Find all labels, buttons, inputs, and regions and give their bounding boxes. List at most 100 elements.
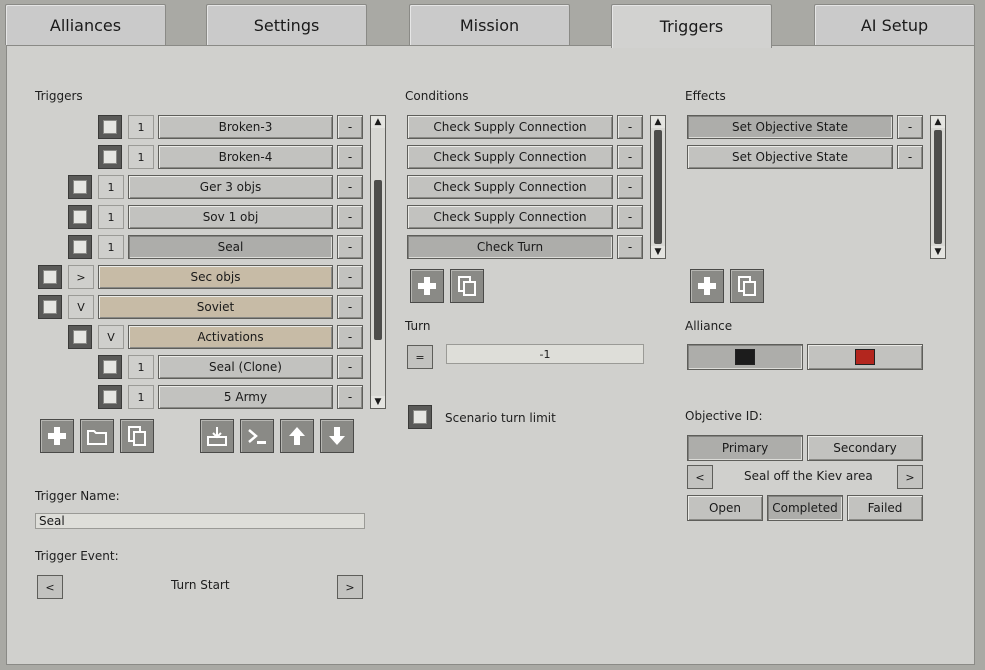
move-down-icon[interactable] [320, 419, 354, 453]
trigger-badge: 1 [98, 175, 124, 199]
effects-scrollbar[interactable]: ▲ ▼ [930, 115, 946, 259]
trigger-button[interactable]: Seal (Clone) [158, 355, 333, 379]
trigger-group-button[interactable]: Soviet [98, 295, 333, 319]
scroll-thumb[interactable] [934, 130, 942, 244]
trigger-badge: 1 [128, 115, 154, 139]
conditions-label: Conditions [405, 89, 469, 103]
event-prev-button[interactable]: < [37, 575, 63, 599]
objective-id-label: Objective ID: [685, 409, 763, 423]
remove-trigger-button[interactable]: - [337, 325, 363, 349]
scroll-up-arrow-icon[interactable]: ▲ [651, 116, 665, 128]
trigger-checkbox[interactable] [98, 145, 122, 169]
trigger-button[interactable]: Sov 1 obj [128, 205, 333, 229]
alliance-2-button[interactable] [807, 344, 923, 370]
remove-condition-button[interactable]: - [617, 235, 643, 259]
tab-settings[interactable]: Settings [206, 4, 367, 45]
tab-alliances[interactable]: Alliances [5, 4, 166, 45]
remove-trigger-button[interactable]: - [337, 295, 363, 319]
folder-icon[interactable] [80, 419, 114, 453]
tab-ai-setup[interactable]: AI Setup [814, 4, 975, 45]
condition-button[interactable]: Check Supply Connection [407, 145, 613, 169]
scroll-down-arrow-icon[interactable]: ▼ [931, 246, 945, 258]
effect-button[interactable]: Set Objective State [687, 145, 893, 169]
trigger-checkbox[interactable] [68, 175, 92, 199]
turn-value-field[interactable]: -1 [446, 344, 644, 364]
effects-label: Effects [685, 89, 726, 103]
alliance-color-swatch [855, 349, 875, 365]
effect-button-selected[interactable]: Set Objective State [687, 115, 893, 139]
trigger-name-field[interactable]: Seal [35, 513, 365, 529]
trigger-group-button[interactable]: Sec objs [98, 265, 333, 289]
state-failed-button[interactable]: Failed [847, 495, 923, 521]
scroll-thumb[interactable] [374, 180, 382, 340]
trigger-checkbox[interactable] [68, 205, 92, 229]
trigger-checkbox[interactable] [98, 385, 122, 409]
trigger-checkbox[interactable] [98, 115, 122, 139]
trigger-checkbox[interactable] [68, 235, 92, 259]
add-condition-icon[interactable] [410, 269, 444, 303]
remove-trigger-button[interactable]: - [337, 355, 363, 379]
alliance-1-button[interactable] [687, 344, 803, 370]
remove-trigger-button[interactable]: - [337, 175, 363, 199]
turn-label: Turn [405, 319, 431, 333]
remove-effect-button[interactable]: - [897, 115, 923, 139]
tab-triggers[interactable]: Triggers [611, 4, 772, 48]
objective-prev-button[interactable]: < [687, 465, 713, 489]
remove-effect-button[interactable]: - [897, 145, 923, 169]
trigger-checkbox[interactable] [98, 355, 122, 379]
remove-trigger-button[interactable]: - [337, 145, 363, 169]
trigger-button[interactable]: Broken-4 [158, 145, 333, 169]
add-effect-icon[interactable] [690, 269, 724, 303]
tab-mission[interactable]: Mission [409, 4, 570, 45]
copy-condition-icon[interactable] [450, 269, 484, 303]
condition-button[interactable]: Check Supply Connection [407, 115, 613, 139]
remove-condition-button[interactable]: - [617, 205, 643, 229]
remove-trigger-button[interactable]: - [337, 115, 363, 139]
import-icon[interactable] [200, 419, 234, 453]
scroll-down-arrow-icon[interactable]: ▼ [371, 396, 385, 408]
conditions-scrollbar[interactable]: ▲ ▼ [650, 115, 666, 259]
copy-icon[interactable] [120, 419, 154, 453]
remove-trigger-button[interactable]: - [337, 235, 363, 259]
remove-condition-button[interactable]: - [617, 115, 643, 139]
trigger-checkbox[interactable] [38, 265, 62, 289]
move-up-icon[interactable] [280, 419, 314, 453]
state-open-button[interactable]: Open [687, 495, 763, 521]
trigger-button-selected[interactable]: Seal [128, 235, 333, 259]
remove-trigger-button[interactable]: - [337, 265, 363, 289]
group-expand-toggle[interactable]: > [68, 265, 94, 289]
trigger-event-label: Trigger Event: [35, 549, 119, 563]
condition-button-selected[interactable]: Check Turn [407, 235, 613, 259]
alliance-color-swatch [735, 349, 755, 365]
scroll-up-arrow-icon[interactable]: ▲ [931, 116, 945, 128]
trigger-name-label: Trigger Name: [35, 489, 120, 503]
remove-trigger-button[interactable]: - [337, 385, 363, 409]
trigger-button[interactable]: Broken-3 [158, 115, 333, 139]
scroll-thumb[interactable] [654, 130, 662, 244]
event-next-button[interactable]: > [337, 575, 363, 599]
trigger-checkbox[interactable] [38, 295, 62, 319]
scroll-up-arrow-icon[interactable]: ▲ [371, 116, 385, 128]
add-icon[interactable] [40, 419, 74, 453]
turn-operator-button[interactable]: = [407, 345, 433, 369]
condition-button[interactable]: Check Supply Connection [407, 175, 613, 199]
trigger-button[interactable]: Ger 3 objs [128, 175, 333, 199]
remove-condition-button[interactable]: - [617, 175, 643, 199]
copy-effect-icon[interactable] [730, 269, 764, 303]
group-expand-toggle[interactable]: V [68, 295, 94, 319]
triggers-scrollbar[interactable]: ▲ ▼ [370, 115, 386, 409]
trigger-checkbox[interactable] [68, 325, 92, 349]
remove-trigger-button[interactable]: - [337, 205, 363, 229]
group-expand-toggle[interactable]: V [98, 325, 124, 349]
trigger-button[interactable]: 5 Army [158, 385, 333, 409]
state-completed-button[interactable]: Completed [767, 495, 843, 521]
scenario-turn-limit-checkbox[interactable] [408, 405, 432, 429]
scroll-down-arrow-icon[interactable]: ▼ [651, 246, 665, 258]
condition-button[interactable]: Check Supply Connection [407, 205, 613, 229]
objective-next-button[interactable]: > [897, 465, 923, 489]
trigger-group-button[interactable]: Activations [128, 325, 333, 349]
remove-condition-button[interactable]: - [617, 145, 643, 169]
secondary-button[interactable]: Secondary [807, 435, 923, 461]
primary-button[interactable]: Primary [687, 435, 803, 461]
console-icon[interactable] [240, 419, 274, 453]
